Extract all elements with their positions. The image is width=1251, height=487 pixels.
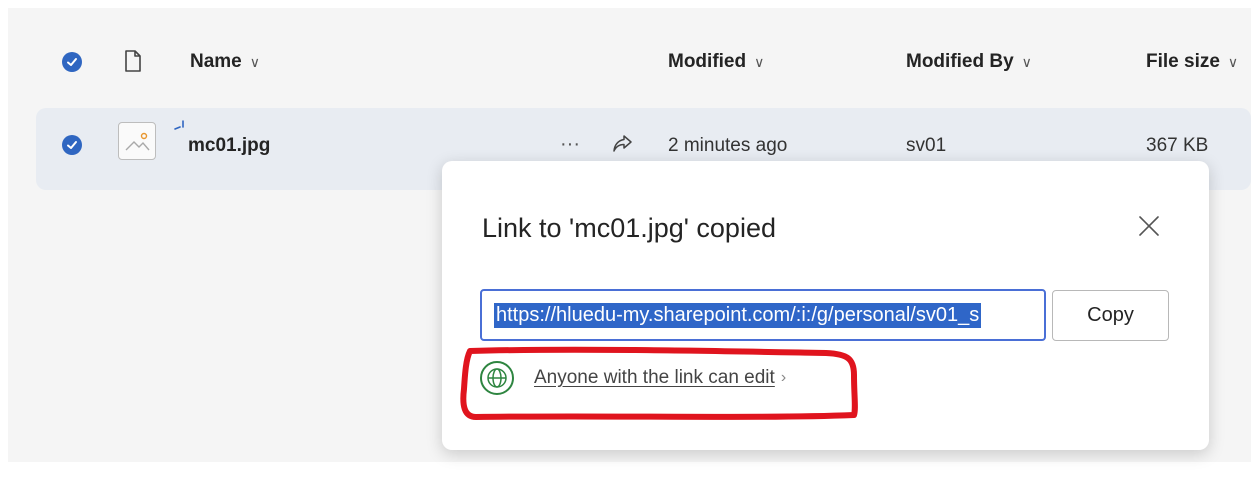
- more-actions-button[interactable]: ···: [560, 133, 580, 156]
- new-file-indicator-icon: [174, 120, 184, 130]
- column-header-modified-by[interactable]: Modified By ∨: [906, 51, 1032, 73]
- file-name-link[interactable]: mc01.jpg: [188, 135, 270, 157]
- image-file-icon: [118, 122, 156, 160]
- link-value: https://hluedu-my.sharepoint.com/:i:/g/p…: [494, 303, 982, 328]
- link-copied-dialog: Link to 'mc01.jpg' copied https://hluedu…: [442, 161, 1209, 450]
- modified-value: 2 minutes ago: [668, 135, 788, 156]
- chevron-down-icon: ∨: [1021, 53, 1032, 70]
- close-button[interactable]: [1132, 209, 1166, 243]
- globe-icon: [480, 361, 514, 395]
- chevron-down-icon: ∨: [754, 53, 765, 70]
- file-size-value: 367 KB: [1146, 135, 1209, 156]
- left-margin: [0, 0, 8, 487]
- link-settings-button[interactable]: Anyone with the link can edit ›: [480, 361, 786, 395]
- check-icon: [67, 58, 77, 66]
- row-checkbox[interactable]: [62, 135, 82, 155]
- column-name-label: Name: [190, 51, 242, 72]
- column-header-modified[interactable]: Modified ∨: [668, 51, 764, 73]
- copy-button[interactable]: Copy: [1052, 290, 1169, 341]
- chevron-right-icon: ›: [780, 369, 787, 386]
- close-icon: [1139, 216, 1159, 236]
- select-all-checkbox[interactable]: [62, 52, 82, 72]
- check-icon: [67, 141, 77, 149]
- column-header-file-size[interactable]: File size ∨: [1146, 51, 1238, 73]
- chevron-down-icon: ∨: [1227, 53, 1239, 70]
- file-icon: [125, 50, 141, 72]
- chevron-down-icon: ∨: [249, 53, 260, 70]
- permission-label: Anyone with the link can edit: [534, 367, 775, 388]
- bottom-margin: [0, 462, 1251, 487]
- link-field[interactable]: https://hluedu-my.sharepoint.com/:i:/g/p…: [480, 289, 1046, 341]
- share-icon[interactable]: [611, 134, 633, 154]
- column-modified-label: Modified: [668, 51, 747, 72]
- modified-by-value: sv01: [906, 135, 947, 156]
- top-margin: [0, 0, 1251, 8]
- column-header-name[interactable]: Name ∨: [190, 51, 260, 73]
- column-modified-by-label: Modified By: [906, 51, 1014, 72]
- dialog-title: Link to 'mc01.jpg' copied: [482, 213, 776, 243]
- column-file-size-label: File size: [1146, 51, 1220, 72]
